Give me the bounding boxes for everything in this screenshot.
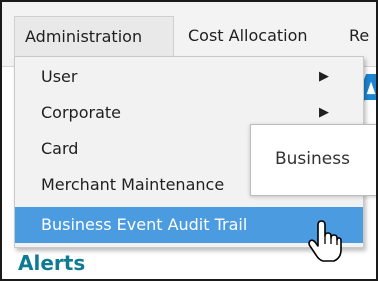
menu-item-label: Merchant Maintenance: [41, 175, 225, 194]
menu-item-label: Business Event Audit Trail: [41, 215, 248, 234]
popup-text: Business: [275, 149, 350, 169]
alerts-heading: Alerts: [18, 251, 86, 275]
menu-item-label: Card: [41, 139, 79, 158]
menu-tab-administration[interactable]: Administration: [14, 16, 174, 56]
menu-tab-partial[interactable]: Re: [349, 16, 369, 56]
menu-tab-cost-allocation[interactable]: Cost Allocation: [188, 16, 308, 56]
submenu-arrow-icon: ▶: [319, 69, 329, 84]
hand-pointer-icon: [308, 220, 342, 266]
app-window: A Alerts Administration Cost Allocation …: [0, 0, 378, 281]
menu-item-label: Corporate: [41, 103, 121, 122]
menu-item-label: User: [41, 67, 78, 86]
menu-item-user[interactable]: User ▶: [15, 59, 363, 95]
business-popup: Business: [250, 124, 376, 196]
